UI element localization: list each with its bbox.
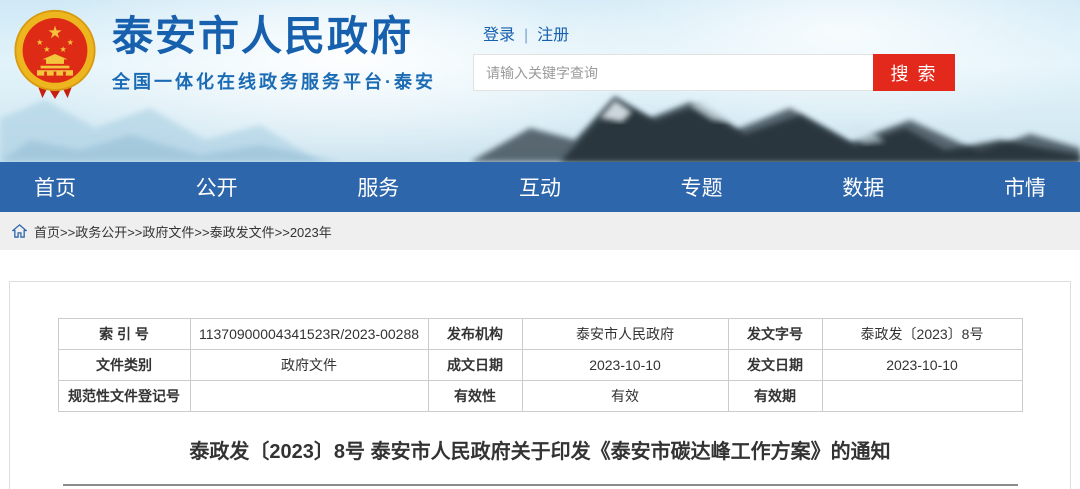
- breadcrumb-separator: >>: [127, 225, 142, 240]
- meta-value-issuing-org: 泰安市人民政府: [522, 319, 728, 350]
- nav-item-service[interactable]: 服务: [357, 172, 399, 202]
- meta-value-category: 政府文件: [190, 350, 428, 381]
- home-icon: [12, 224, 27, 238]
- nav-item-open[interactable]: 公开: [196, 172, 238, 202]
- nav-item-data[interactable]: 数据: [842, 172, 884, 202]
- breadcrumb: 首页>>政务公开>>政府文件>>泰政发文件>>2023年: [34, 222, 332, 241]
- meta-value-issue-date: 2023-10-10: [822, 350, 1022, 381]
- meta-label-category: 文件类别: [58, 350, 190, 381]
- document-card: 索 引 号 11370900004341523R/2023-00288 发布机构…: [9, 281, 1071, 489]
- svg-text:★: ★: [43, 44, 50, 54]
- nav-item-home[interactable]: 首页: [34, 172, 76, 202]
- document-title: 泰政发〔2023〕8号 泰安市人民政府关于印发《泰安市碳达峰工作方案》的通知: [63, 439, 1018, 465]
- main-nav: 首页 公开 服务 互动 专题 数据 市情: [0, 162, 1080, 212]
- meta-value-index-no: 11370900004341523R/2023-00288: [190, 319, 428, 350]
- breadcrumb-item-home[interactable]: 首页: [34, 225, 60, 240]
- meta-label-doc-number: 发文字号: [728, 319, 822, 350]
- meta-label-issuing-org: 发布机构: [428, 319, 522, 350]
- search-button[interactable]: 搜 索: [873, 54, 955, 91]
- account-divider: |: [524, 27, 528, 44]
- svg-text:★: ★: [67, 37, 74, 47]
- meta-label-registration: 规范性文件登记号: [58, 381, 190, 412]
- svg-text:★: ★: [59, 44, 66, 54]
- svg-text:★: ★: [36, 37, 43, 47]
- breadcrumb-separator: >>: [194, 225, 209, 240]
- login-link[interactable]: 登录: [483, 27, 515, 44]
- page: ★ ★ ★ ★ ★ 泰安市人民政府 全国一体化在线政务服务平台·泰安 登录 | 注册…: [0, 0, 1080, 489]
- nav-item-interact[interactable]: 互动: [519, 172, 561, 202]
- breadcrumb-separator: >>: [275, 225, 290, 240]
- meta-label-valid-period: 有效期: [728, 381, 822, 412]
- title-divider: [63, 484, 1018, 486]
- content-area: 索 引 号 11370900004341523R/2023-00288 发布机构…: [0, 250, 1080, 489]
- document-meta-table: 索 引 号 11370900004341523R/2023-00288 发布机构…: [58, 318, 1023, 412]
- meta-label-issue-date: 发文日期: [728, 350, 822, 381]
- meta-label-index-no: 索 引 号: [58, 319, 190, 350]
- site-subtitle: 全国一体化在线政务服务平台·泰安: [112, 68, 436, 94]
- breadcrumb-item-year[interactable]: 2023年: [290, 225, 332, 240]
- table-row: 规范性文件登记号 有效性 有效 有效期: [58, 381, 1022, 412]
- breadcrumb-item-taizhengfa[interactable]: 泰政发文件: [210, 225, 275, 240]
- register-link[interactable]: 注册: [537, 27, 569, 44]
- meta-value-registration: [190, 381, 428, 412]
- china-national-emblem-icon: ★ ★ ★ ★ ★: [10, 8, 100, 100]
- account-links: 登录 | 注册: [483, 21, 569, 45]
- meta-label-validity: 有效性: [428, 381, 522, 412]
- meta-label-written-date: 成文日期: [428, 350, 522, 381]
- meta-value-valid-period: [822, 381, 1022, 412]
- breadcrumb-separator: >>: [60, 225, 75, 240]
- table-row: 索 引 号 11370900004341523R/2023-00288 发布机构…: [58, 319, 1022, 350]
- svg-text:★: ★: [47, 23, 62, 43]
- site-header: ★ ★ ★ ★ ★ 泰安市人民政府 全国一体化在线政务服务平台·泰安 登录 | 注册…: [0, 0, 1080, 162]
- meta-value-doc-number: 泰政发〔2023〕8号: [822, 319, 1022, 350]
- breadcrumb-item-gov-files[interactable]: 政府文件: [142, 225, 194, 240]
- search-bar: 搜 索: [473, 54, 955, 91]
- site-identity: 泰安市人民政府 全国一体化在线政务服务平台·泰安: [112, 14, 436, 94]
- meta-value-validity: 有效: [522, 381, 728, 412]
- breadcrumb-bar: 首页>>政务公开>>政府文件>>泰政发文件>>2023年: [0, 212, 1080, 250]
- breadcrumb-item-gov-open[interactable]: 政务公开: [75, 225, 127, 240]
- nav-item-topics[interactable]: 专题: [681, 172, 723, 202]
- meta-value-written-date: 2023-10-10: [522, 350, 728, 381]
- search-input[interactable]: [473, 54, 873, 91]
- nav-item-city[interactable]: 市情: [1004, 172, 1046, 202]
- table-row: 文件类别 政府文件 成文日期 2023-10-10 发文日期 2023-10-1…: [58, 350, 1022, 381]
- site-title: 泰安市人民政府: [112, 14, 436, 59]
